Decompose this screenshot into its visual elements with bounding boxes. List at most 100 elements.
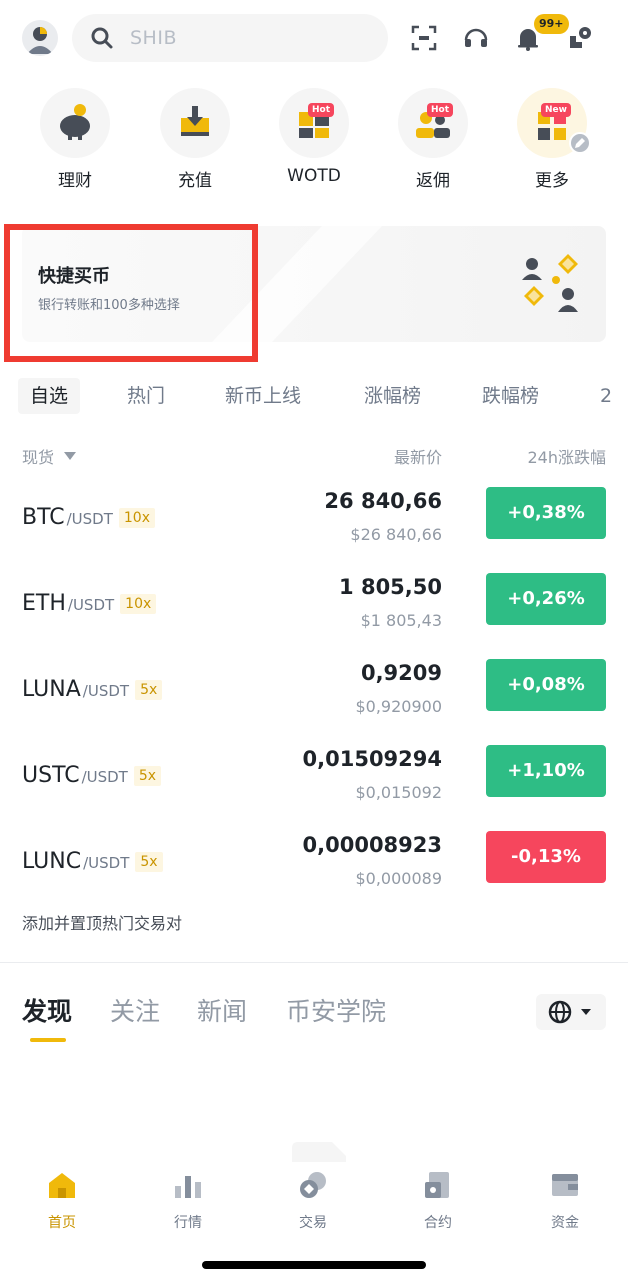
leverage-badge: 5x	[133, 766, 162, 786]
nav-wallet[interactable]: 资金	[520, 1164, 610, 1232]
quick-link-earn[interactable]: 理财	[30, 88, 120, 191]
market-row-eth[interactable]: ETH/USDT 10x 1 805,50 $1 805,43 +0,26%	[22, 573, 606, 643]
scan-icon[interactable]	[410, 24, 438, 52]
quick-link-label: 充值	[178, 171, 212, 191]
pair-symbol: LUNC/USDT 5x	[22, 849, 163, 874]
leverage-badge: 10x	[118, 508, 155, 528]
notification-badge: 99+	[534, 14, 569, 34]
avatar-icon[interactable]	[22, 20, 58, 56]
futures-icon	[425, 1172, 449, 1198]
spot-filter-label: 现货	[22, 448, 55, 467]
search-input[interactable]: SHIB	[72, 14, 388, 62]
discover-tabs: 发现 关注 新闻 币安学院	[0, 992, 628, 1052]
caret-down-icon	[64, 452, 77, 460]
change-button[interactable]: +0,08%	[486, 659, 606, 711]
nav-label: 资金	[551, 1215, 579, 1231]
nav-home[interactable]: 首页	[17, 1164, 107, 1232]
last-price: 1 805,50	[339, 575, 442, 599]
pair-symbol: USTC/USDT 5x	[22, 763, 162, 788]
new-tag: New	[541, 103, 571, 117]
last-price: 0,01509294	[302, 747, 442, 771]
add-hot-pairs-link[interactable]: 添加并置顶热门交易对	[22, 910, 182, 934]
fiat-price: $0,920900	[355, 697, 442, 716]
change-column-header: 24h涨跌幅	[527, 448, 606, 467]
quick-link-deposit[interactable]: 充值	[150, 88, 240, 191]
quick-link-more[interactable]: New 更多	[507, 88, 597, 191]
quick-link-referral[interactable]: Hot 返佣	[388, 88, 478, 191]
market-column-headers: 现货 最新价 24h涨跌幅	[22, 444, 606, 468]
quick-link-label: WOTD	[287, 166, 341, 186]
headset-icon[interactable]	[462, 24, 490, 52]
nav-label: 行情	[174, 1215, 202, 1231]
search-placeholder: SHIB	[130, 27, 177, 49]
home-icon	[49, 1173, 75, 1198]
word-puzzle-icon: Hot	[279, 88, 349, 158]
tab-losers[interactable]: 跌幅榜	[482, 378, 539, 414]
globe-icon	[548, 1000, 572, 1024]
spot-filter[interactable]: 现货	[22, 444, 77, 468]
deposit-icon	[160, 88, 230, 158]
empty-state-graphic	[292, 1142, 346, 1162]
pair-symbol: BTC/USDT 10x	[22, 505, 155, 530]
tab-gainers[interactable]: 涨幅榜	[364, 378, 421, 414]
nav-futures[interactable]: 合约	[393, 1164, 483, 1232]
leverage-badge: 5x	[135, 680, 163, 700]
last-price: 0,00008923	[302, 833, 442, 857]
price-column-header: 最新价	[393, 448, 442, 467]
market-row-ustc[interactable]: USTC/USDT 5x 0,01509294 $0,015092 +1,10%	[22, 745, 606, 815]
nav-markets[interactable]: 行情	[143, 1164, 233, 1232]
tab-following[interactable]: 关注	[110, 992, 160, 1028]
home-indicator	[202, 1261, 426, 1269]
leverage-badge: 5x	[135, 852, 163, 872]
bottom-nav: 首页 行情 交易 合约 资金	[0, 1164, 628, 1234]
active-tab-indicator	[30, 1038, 66, 1042]
market-row-lunc[interactable]: LUNC/USDT 5x 0,00008923 $0,000089 -0,13%	[22, 831, 606, 901]
tab-hot[interactable]: 热门	[127, 378, 165, 414]
tab-news[interactable]: 新闻	[197, 992, 247, 1028]
tab-favorites[interactable]: 自选	[18, 378, 81, 414]
last-price: 26 840,66	[324, 489, 442, 513]
tab-academy[interactable]: 币安学院	[286, 992, 386, 1028]
hot-tag: Hot	[427, 103, 454, 117]
piggy-bank-icon	[40, 88, 110, 158]
search-icon	[91, 27, 113, 49]
wallet-icon	[552, 1174, 578, 1196]
quick-link-label: 更多	[535, 171, 569, 191]
markets-icon	[175, 1176, 201, 1198]
more-icon: New	[517, 88, 591, 158]
pair-symbol: LUNA/USDT 5x	[22, 677, 163, 702]
nav-trade[interactable]: 交易	[268, 1164, 358, 1232]
nav-label: 首页	[48, 1215, 76, 1231]
quick-links: 理财 充值 Hot WOTD Hot 返佣 New 更多	[0, 88, 628, 191]
referral-icon: Hot	[398, 88, 468, 158]
fiat-price: $0,000089	[355, 869, 442, 888]
pair-symbol: ETH/USDT 10x	[22, 591, 157, 616]
quick-link-wotd[interactable]: Hot WOTD	[269, 88, 359, 186]
change-button[interactable]: -0,13%	[486, 831, 606, 883]
change-button[interactable]: +1,10%	[486, 745, 606, 797]
top-bar: SHIB 99+	[0, 14, 628, 62]
market-row-btc[interactable]: BTC/USDT 10x 26 840,66 $26 840,66 +0,38%	[22, 487, 606, 557]
market-row-luna[interactable]: LUNA/USDT 5x 0,9209 $0,920900 +0,08%	[22, 659, 606, 729]
last-price: 0,9209	[360, 661, 442, 685]
quick-link-label: 理财	[58, 171, 92, 191]
quick-link-label: 返佣	[416, 171, 450, 191]
tab-more[interactable]: 2	[600, 378, 612, 414]
nav-label: 合约	[424, 1215, 452, 1231]
section-divider	[0, 962, 628, 963]
change-button[interactable]: +0,26%	[486, 573, 606, 625]
trade-icon	[300, 1172, 326, 1198]
market-tabs: 自选 热门 新币上线 涨幅榜 跌幅榜 2	[0, 378, 628, 416]
hot-tag: Hot	[308, 103, 335, 117]
fiat-price: $0,015092	[355, 783, 442, 802]
tab-discover[interactable]: 发现	[22, 992, 72, 1028]
highlight-box	[4, 224, 258, 362]
language-selector[interactable]	[536, 994, 606, 1030]
change-button[interactable]: +0,38%	[486, 487, 606, 539]
p2p-exchange-icon	[522, 254, 578, 312]
edit-icon[interactable]	[569, 132, 591, 154]
share-icon[interactable]	[566, 24, 594, 52]
tab-new-listing[interactable]: 新币上线	[225, 378, 301, 414]
leverage-badge: 10x	[120, 594, 157, 614]
nav-label: 交易	[299, 1215, 327, 1231]
